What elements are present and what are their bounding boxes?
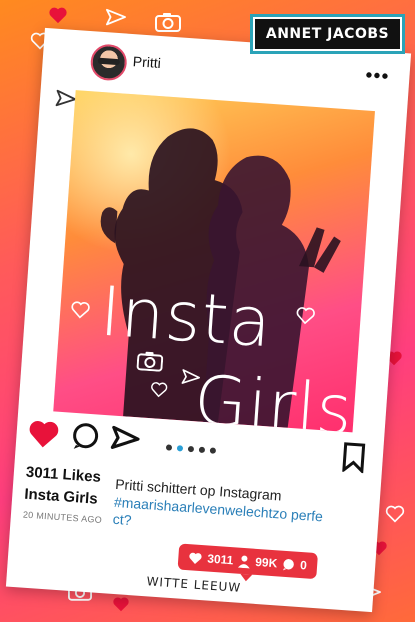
bookmark-icon[interactable] (340, 442, 366, 479)
notification-likes: 3011 (206, 551, 234, 568)
heart-outline-icon (70, 300, 91, 319)
camera-icon (155, 12, 181, 32)
comment-icon (282, 557, 296, 571)
avatar[interactable] (89, 43, 128, 82)
post-username[interactable]: Pritti (132, 53, 161, 71)
carousel-dots (165, 444, 217, 454)
instagram-post-frame: Pritti ••• Insta Girls 3011 Likes Insta … (5, 27, 412, 613)
person-icon (237, 554, 251, 568)
notification-comments: 0 (299, 558, 308, 573)
send-icon (180, 368, 201, 387)
author-badge: ANNET JACOBS (253, 17, 402, 51)
heart-outline-icon (149, 381, 168, 398)
comment-icon[interactable] (69, 421, 101, 458)
likes-count: 3011 Likes (25, 463, 102, 486)
heart-outline-icon (295, 306, 316, 325)
heart-icon (112, 596, 130, 612)
camera-icon (136, 350, 164, 372)
send-icon (105, 8, 127, 28)
activity-notification-bubble[interactable]: 3011 99K 0 (177, 543, 318, 580)
heart-icon (48, 6, 68, 24)
more-icon[interactable]: ••• (365, 64, 390, 88)
publisher-logo: WITTE LEEUW (146, 574, 242, 595)
book-cover: Pritti ••• Insta Girls 3011 Likes Insta … (0, 0, 415, 622)
author-name: ANNET JACOBS (265, 26, 390, 42)
heart-icon (188, 551, 203, 565)
post-timestamp: 20 MINUTES AGO (22, 509, 103, 526)
post-photo: Insta Girls (53, 90, 375, 433)
notification-followers: 99K (254, 554, 278, 571)
caption-account-name[interactable]: Insta Girls (24, 486, 98, 508)
heart-outline-icon (385, 505, 405, 523)
title-girls: Girls (191, 361, 356, 433)
share-send-icon[interactable] (109, 423, 141, 460)
like-heart-icon[interactable] (25, 418, 61, 455)
title-insta: Insta (97, 272, 275, 364)
